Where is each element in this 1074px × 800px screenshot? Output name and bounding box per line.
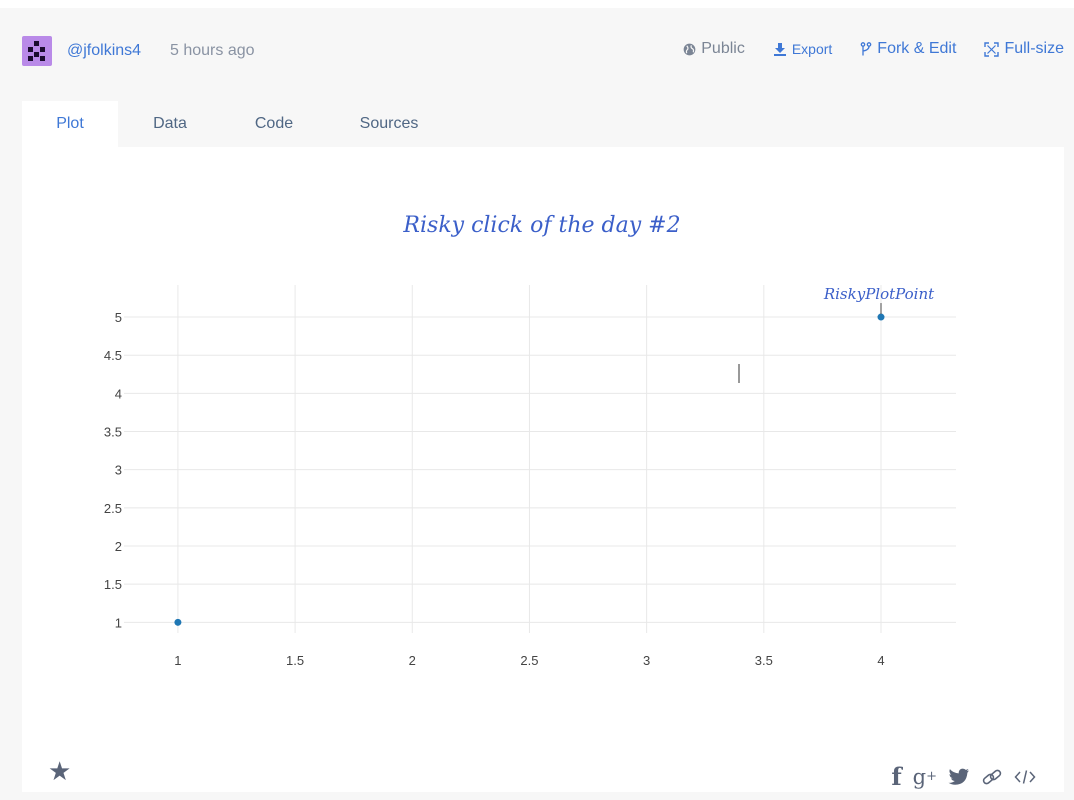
x-tick-label: 1.5 xyxy=(286,653,304,668)
link-icon[interactable] xyxy=(981,767,1003,787)
annotation-label: RiskyPlotPoint xyxy=(823,285,935,303)
data-markers: RiskyPlotPoint xyxy=(174,285,935,626)
download-icon xyxy=(773,43,786,56)
grid-lines xyxy=(124,285,956,633)
y-tick-label: 1.5 xyxy=(104,577,122,592)
y-tick-label: 3.5 xyxy=(104,425,122,440)
data-point xyxy=(174,618,182,626)
y-tick-label: 3 xyxy=(115,463,122,478)
x-tick-label: 2.5 xyxy=(520,653,538,668)
y-tick-label: 2 xyxy=(115,539,122,554)
y-tick-label: 2.5 xyxy=(104,501,122,516)
plot-header: @jfolkins4 5 hours ago Public Export For… xyxy=(22,36,1064,66)
data-point xyxy=(877,313,885,321)
view-tabs: Plot Data Code Sources xyxy=(22,101,452,147)
y-tick-label: 4 xyxy=(115,386,122,401)
tab-data[interactable]: Data xyxy=(118,101,222,147)
axis-ticks: 1 1.5 2 2.5 3 3.5 4 1 1.5 2 2.5 3 3.5 4 4.5 5 xyxy=(104,310,885,668)
avatar[interactable] xyxy=(22,36,52,66)
header-actions: Public Export Fork & Edit Full-size xyxy=(683,40,1064,58)
username-link[interactable]: @jfolkins4 xyxy=(67,42,141,60)
y-tick-label: 5 xyxy=(115,310,122,325)
tab-sources[interactable]: Sources xyxy=(326,101,452,147)
tab-code[interactable]: Code xyxy=(222,101,326,147)
google-plus-icon[interactable]: g + xyxy=(913,765,937,789)
x-tick-label: 3.5 xyxy=(755,653,773,668)
share-links: f g + xyxy=(880,762,1036,791)
twitter-icon[interactable] xyxy=(948,768,970,786)
fork-edit-label: Fork & Edit xyxy=(877,40,957,57)
fullsize-button[interactable]: Full-size xyxy=(984,40,1064,58)
scatter-chart[interactable]: 1 1.5 2 2.5 3 3.5 4 1 1.5 2 2.5 3 3.5 4 4.5 5 RiskyPlot… xyxy=(22,147,1064,747)
x-tick-label: 3 xyxy=(643,653,650,668)
export-button[interactable]: Export xyxy=(773,41,832,57)
visibility-label: Public xyxy=(701,40,745,57)
embed-code-icon[interactable] xyxy=(1014,769,1036,785)
globe-icon xyxy=(683,43,696,55)
fork-edit-button[interactable]: Fork & Edit xyxy=(860,40,956,58)
visibility-status[interactable]: Public xyxy=(683,40,745,58)
export-label: Export xyxy=(791,41,833,57)
tab-plot[interactable]: Plot xyxy=(22,101,118,147)
expand-icon xyxy=(984,41,1000,57)
chart-title: Risky click of the day #2 xyxy=(402,213,680,238)
x-tick-label: 1 xyxy=(174,653,181,668)
x-tick-label: 4 xyxy=(877,653,884,668)
y-tick-label: 4.5 xyxy=(104,348,122,363)
y-tick-label: 1 xyxy=(115,615,122,630)
star-icon[interactable]: ★ xyxy=(48,756,71,787)
fork-icon xyxy=(860,41,872,55)
fullsize-label: Full-size xyxy=(1004,40,1064,57)
plot-panel: 1 1.5 2 2.5 3 3.5 4 1 1.5 2 2.5 3 3.5 4 4.5 5 RiskyPlot… xyxy=(22,147,1064,792)
x-tick-label: 2 xyxy=(409,653,416,668)
facebook-icon[interactable]: f xyxy=(891,762,901,791)
timestamp: 5 hours ago xyxy=(170,42,255,59)
